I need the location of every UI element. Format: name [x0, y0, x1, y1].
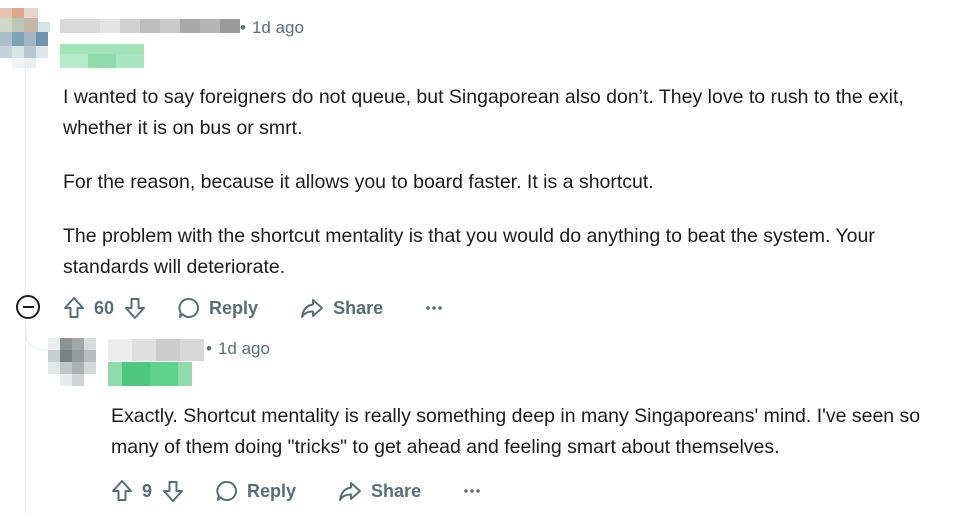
user-flair-redacted — [60, 44, 144, 68]
upvote-button[interactable] — [63, 291, 85, 325]
more-dots-icon — [464, 489, 480, 493]
downvote-button[interactable] — [162, 474, 184, 508]
user-flair-redacted — [108, 362, 192, 386]
more-dots-icon — [426, 306, 442, 310]
timestamp-text: 1d ago — [217, 339, 270, 358]
vote-count: 9 — [142, 480, 153, 501]
thread-line-main — [25, 62, 26, 294]
avatar[interactable] — [48, 338, 98, 388]
comment-timestamp[interactable]: • 1d ago — [206, 339, 270, 359]
downvote-icon — [125, 298, 146, 319]
reply-label: Reply — [209, 297, 259, 318]
downvote-icon — [163, 481, 184, 502]
share-arrow-icon — [301, 299, 324, 318]
reply-label: Reply — [247, 480, 297, 501]
meta-separator: • — [240, 18, 246, 37]
reply-button[interactable]: Reply — [178, 291, 258, 325]
username-redacted[interactable] — [60, 17, 240, 35]
comment-paragraph: I wanted to say foreigners do not queue,… — [63, 86, 904, 139]
comment-bubble-icon — [216, 480, 238, 501]
upvote-button[interactable] — [111, 474, 133, 508]
comment-paragraph: For the reason, because it allows you to… — [63, 171, 654, 193]
share-button[interactable]: Share — [300, 291, 383, 325]
comment-action-bar: 60 Reply Share — [63, 291, 443, 325]
reply-button[interactable]: Reply — [216, 474, 296, 508]
comment-paragraph: The problem with the shortcut mentality … — [63, 225, 875, 278]
downvote-button[interactable] — [124, 291, 146, 325]
timestamp-text: 1d ago — [251, 18, 304, 37]
collapse-minus-icon — [22, 306, 34, 308]
avatar[interactable] — [0, 8, 50, 68]
meta-separator: • — [206, 339, 212, 358]
comment-timestamp[interactable]: • 1d ago — [240, 18, 304, 38]
more-options-button[interactable] — [425, 291, 443, 325]
username-redacted[interactable] — [108, 339, 204, 361]
comment-bubble-icon — [178, 297, 200, 318]
vote-count: 60 — [94, 297, 115, 318]
collapse-thread-button[interactable] — [16, 295, 40, 319]
upvote-icon — [64, 297, 84, 318]
share-label: Share — [371, 480, 422, 501]
comment-action-bar: 9 Reply Share — [111, 474, 481, 508]
comment-body: I wanted to say foreigners do not queue,… — [63, 82, 913, 283]
more-options-button[interactable] — [463, 474, 481, 508]
share-arrow-icon — [339, 482, 362, 501]
share-button[interactable]: Share — [338, 474, 421, 508]
comment-paragraph: Exactly. Shortcut mentality is really so… — [111, 405, 921, 458]
comment-body: Exactly. Shortcut mentality is really so… — [111, 401, 941, 463]
upvote-icon — [112, 480, 132, 501]
share-label: Share — [333, 297, 384, 318]
